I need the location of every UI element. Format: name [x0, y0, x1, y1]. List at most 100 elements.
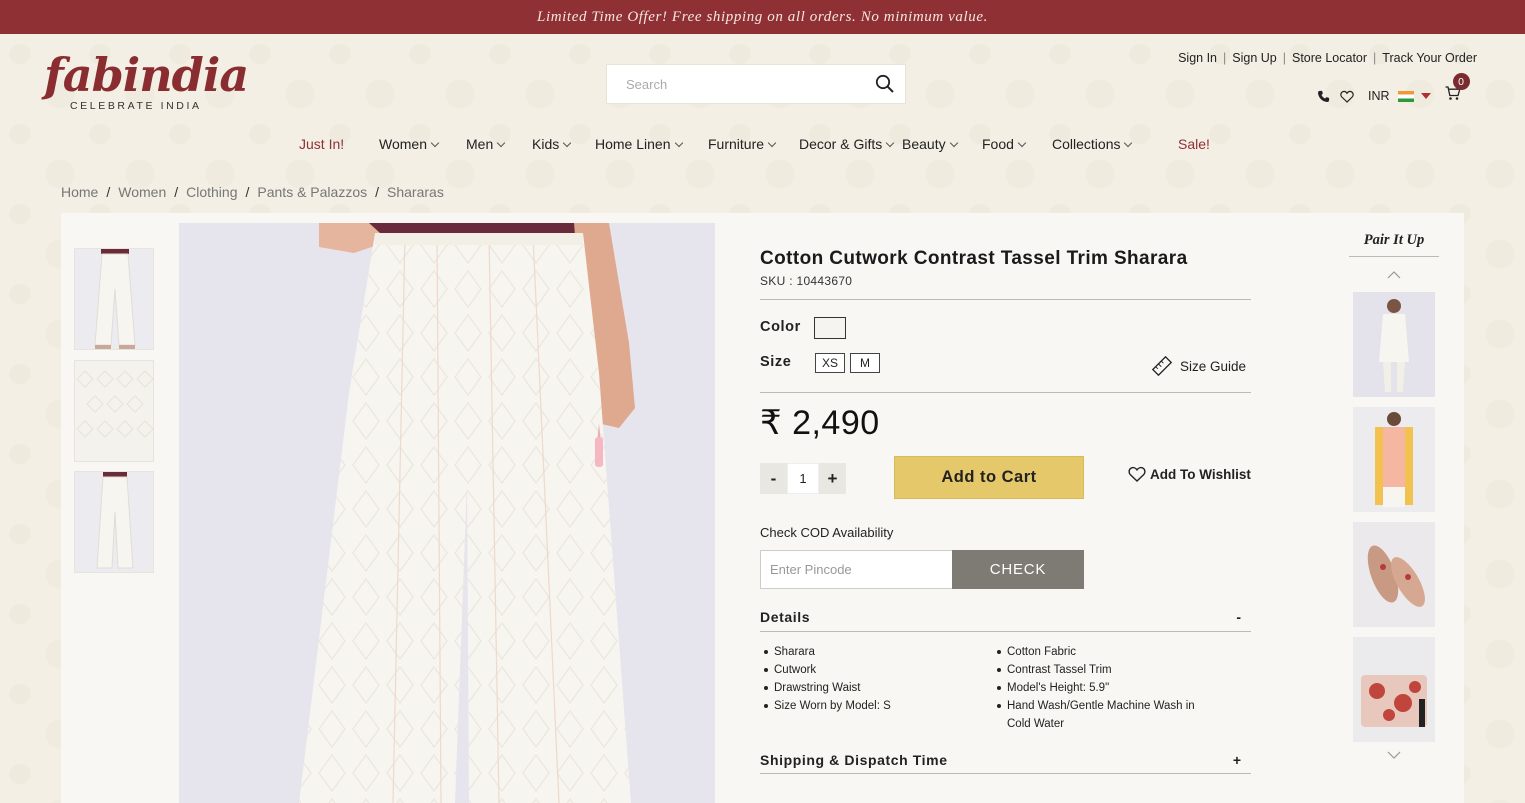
product-panel: Cotton Cutwork Contrast Tassel Trim Shar…: [61, 213, 1464, 803]
size-guide-link[interactable]: Size Guide: [1152, 356, 1246, 376]
color-swatch-white[interactable]: [814, 317, 846, 339]
logo-tagline: CELEBRATE INDIA: [70, 100, 202, 112]
size-guide-label: Size Guide: [1180, 358, 1247, 374]
nav-home-linen[interactable]: Home Linen: [595, 136, 708, 152]
breadcrumb-pants-palazzos[interactable]: Pants & Palazzos: [257, 184, 367, 200]
divider: [760, 631, 1251, 632]
qty-value[interactable]: 1: [787, 463, 819, 494]
nav-label: Beauty: [902, 136, 946, 152]
chevron-down-icon: [674, 138, 683, 147]
collapse-icon[interactable]: -: [1236, 609, 1241, 625]
qty-increase-button[interactable]: +: [819, 463, 846, 494]
pair-it-up: Pair It Up: [1349, 213, 1439, 803]
chevron-down-icon[interactable]: [1386, 749, 1402, 761]
main-nav: Just In! Women Men Kids Home Linen Furni…: [299, 134, 1210, 154]
pincode-input[interactable]: [770, 562, 952, 577]
pair-item-bag[interactable]: [1353, 637, 1435, 742]
chevron-up-icon[interactable]: [1386, 269, 1402, 281]
size-option-xs[interactable]: XS: [815, 353, 845, 373]
nav-furniture[interactable]: Furniture: [708, 136, 799, 152]
sign-up-link[interactable]: Sign Up: [1232, 51, 1276, 65]
currency-dropdown-icon[interactable]: [1420, 93, 1431, 99]
expand-icon[interactable]: +: [1233, 752, 1241, 768]
breadcrumb-clothing[interactable]: Clothing: [186, 184, 237, 200]
add-to-cart-button[interactable]: Add to Cart: [894, 456, 1084, 499]
breadcrumb-women[interactable]: Women: [118, 184, 166, 200]
thumbnail-2[interactable]: [74, 360, 154, 462]
heart-icon[interactable]: [1338, 87, 1356, 105]
nav-food[interactable]: Food: [982, 136, 1052, 152]
nav-label: Women: [379, 136, 427, 152]
divider: [1349, 256, 1439, 257]
nav-just-in[interactable]: Just In!: [299, 136, 379, 152]
utility-bar: INR 0: [1314, 73, 1484, 110]
currency-label[interactable]: INR: [1368, 89, 1390, 103]
qty-decrease-button[interactable]: -: [760, 463, 787, 494]
list-item: Drawstring Waist: [764, 679, 984, 697]
nav-collections[interactable]: Collections: [1052, 136, 1178, 152]
thumbnail-1[interactable]: [74, 248, 154, 350]
ruler-icon: [1152, 356, 1172, 376]
cart-count-badge: 0: [1452, 73, 1470, 90]
list-item: Hand Wash/Gentle Machine Wash in Cold Wa…: [997, 697, 1217, 733]
thumbnail-3[interactable]: [74, 471, 154, 573]
pincode-field-wrap: [760, 550, 953, 589]
add-to-wishlist-button[interactable]: Add To Wishlist: [1128, 466, 1251, 482]
list-item: Sharara: [764, 643, 984, 661]
check-button[interactable]: CHECK: [952, 550, 1084, 589]
breadcrumb-separator: /: [174, 184, 179, 200]
breadcrumb-separator: /: [245, 184, 250, 200]
chevron-down-icon: [496, 138, 506, 147]
nav-decor-gifts[interactable]: Decor & Gifts: [799, 136, 902, 152]
breadcrumb-separator: /: [106, 184, 111, 200]
product-main-image[interactable]: [179, 223, 715, 803]
details-column-left: Sharara Cutwork Drawstring Waist Size Wo…: [764, 643, 984, 715]
nav-label: Men: [466, 136, 494, 152]
chevron-down-icon: [949, 138, 958, 147]
pair-item-dupatta[interactable]: [1353, 407, 1435, 512]
nav-sale[interactable]: Sale!: [1178, 136, 1210, 152]
search-box: [606, 64, 906, 104]
divider: [760, 299, 1251, 300]
pair-item-juttis[interactable]: [1353, 522, 1435, 627]
logo[interactable]: fabindia CELEBRATE INDIA: [44, 48, 249, 118]
account-links: Sign In | Sign Up | Store Locator | Track Y…: [1178, 51, 1477, 65]
chevron-down-icon: [1124, 138, 1133, 147]
nav-men[interactable]: Men: [466, 136, 532, 152]
nav-beauty[interactable]: Beauty: [902, 136, 982, 152]
search-icon[interactable]: [865, 65, 905, 103]
promo-text: Limited Time Offer! Free shipping on all…: [537, 8, 988, 25]
cart-button[interactable]: 0: [1445, 73, 1470, 106]
store-locator-link[interactable]: Store Locator: [1292, 51, 1367, 65]
shipping-accordion-header[interactable]: Shipping & Dispatch Time +: [760, 748, 1251, 772]
nav-label: Sale!: [1178, 136, 1210, 152]
list-item: Size Worn by Model: S: [764, 697, 984, 715]
divider: [760, 773, 1251, 774]
breadcrumb: Home / Women / Clothing / Pants & Palazzos /…: [61, 184, 444, 200]
link-separator: |: [1282, 51, 1286, 65]
breadcrumb-shararas[interactable]: Shararas: [387, 184, 444, 200]
nav-label: Decor & Gifts: [799, 136, 883, 152]
chevron-down-icon: [1017, 138, 1027, 147]
size-option-m[interactable]: M: [850, 353, 880, 373]
list-item: Cutwork: [764, 661, 984, 679]
details-accordion-header[interactable]: Details -: [760, 605, 1251, 629]
nav-label: Just In!: [299, 136, 345, 152]
track-order-link[interactable]: Track Your Order: [1382, 51, 1477, 65]
chevron-down-icon: [886, 138, 895, 147]
nav-women[interactable]: Women: [379, 136, 466, 152]
chevron-down-icon: [767, 138, 777, 147]
phone-icon[interactable]: [1314, 87, 1332, 105]
india-flag-icon[interactable]: [1397, 90, 1414, 102]
nav-label: Food: [982, 136, 1014, 152]
size-label: Size: [760, 354, 792, 370]
nav-kids[interactable]: Kids: [532, 136, 595, 152]
pair-item-kurta[interactable]: [1353, 292, 1435, 397]
sign-in-link[interactable]: Sign In: [1178, 51, 1217, 65]
list-item: Model's Height: 5.9": [997, 679, 1217, 697]
product-sku: SKU : 10443670: [760, 274, 853, 288]
list-item: Contrast Tassel Trim: [997, 661, 1217, 679]
search-input[interactable]: [607, 76, 865, 92]
logo-wordmark: fabindia: [44, 48, 249, 102]
breadcrumb-home[interactable]: Home: [61, 184, 98, 200]
